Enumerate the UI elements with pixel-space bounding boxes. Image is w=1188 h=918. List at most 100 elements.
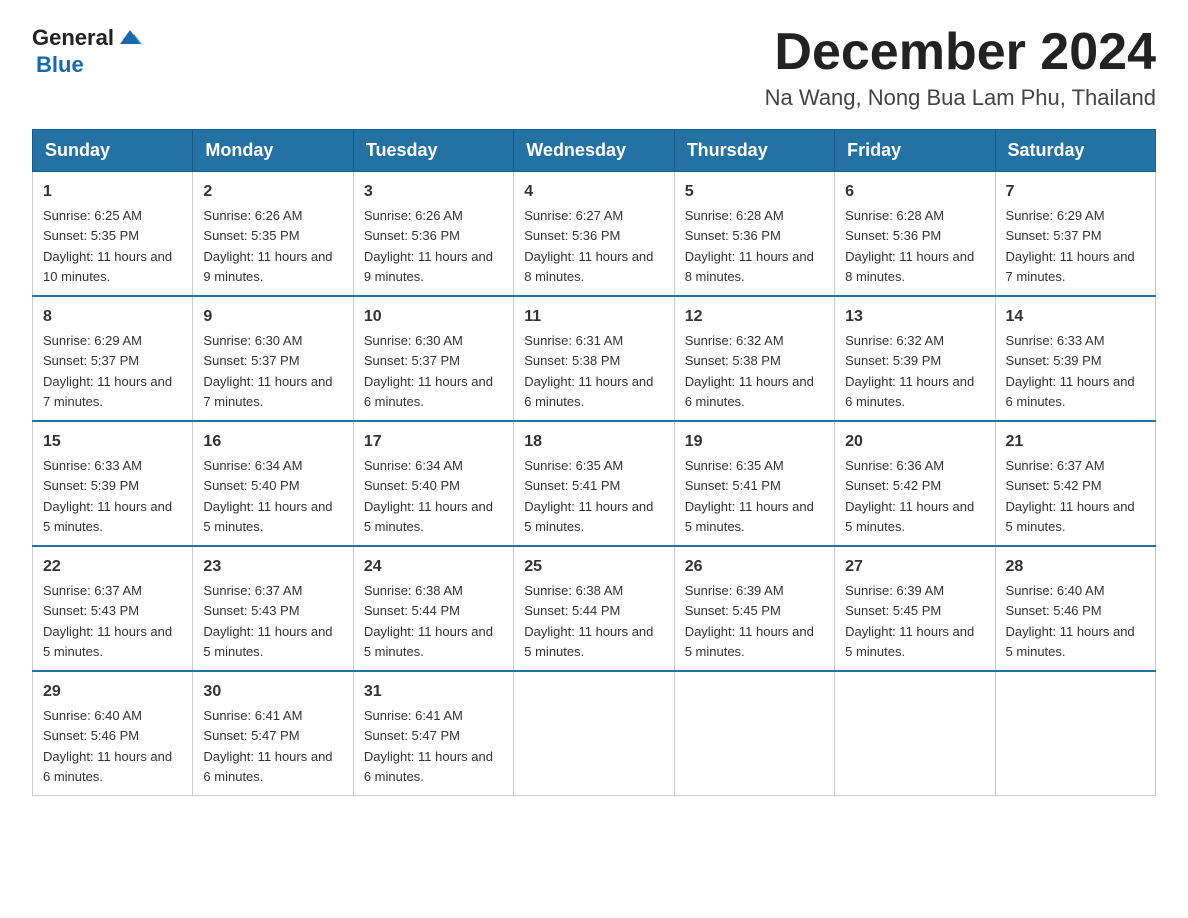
day-info: Sunrise: 6:26 AMSunset: 5:35 PMDaylight:… (203, 208, 332, 284)
calendar-cell: 14 Sunrise: 6:33 AMSunset: 5:39 PMDaylig… (995, 296, 1155, 421)
calendar-cell (514, 671, 674, 796)
day-info: Sunrise: 6:34 AMSunset: 5:40 PMDaylight:… (203, 458, 332, 534)
calendar-cell: 17 Sunrise: 6:34 AMSunset: 5:40 PMDaylig… (353, 421, 513, 546)
day-number: 16 (203, 430, 342, 454)
day-info: Sunrise: 6:33 AMSunset: 5:39 PMDaylight:… (43, 458, 172, 534)
calendar-cell: 16 Sunrise: 6:34 AMSunset: 5:40 PMDaylig… (193, 421, 353, 546)
calendar-week-row: 22 Sunrise: 6:37 AMSunset: 5:43 PMDaylig… (33, 546, 1156, 671)
calendar-cell: 26 Sunrise: 6:39 AMSunset: 5:45 PMDaylig… (674, 546, 834, 671)
col-monday: Monday (193, 130, 353, 172)
day-info: Sunrise: 6:36 AMSunset: 5:42 PMDaylight:… (845, 458, 974, 534)
calendar-week-row: 1 Sunrise: 6:25 AMSunset: 5:35 PMDayligh… (33, 172, 1156, 297)
day-number: 8 (43, 305, 182, 329)
day-number: 10 (364, 305, 503, 329)
day-info: Sunrise: 6:41 AMSunset: 5:47 PMDaylight:… (203, 708, 332, 784)
calendar-cell: 12 Sunrise: 6:32 AMSunset: 5:38 PMDaylig… (674, 296, 834, 421)
day-info: Sunrise: 6:37 AMSunset: 5:43 PMDaylight:… (203, 583, 332, 659)
calendar-cell: 22 Sunrise: 6:37 AMSunset: 5:43 PMDaylig… (33, 546, 193, 671)
day-info: Sunrise: 6:28 AMSunset: 5:36 PMDaylight:… (685, 208, 814, 284)
calendar-cell: 1 Sunrise: 6:25 AMSunset: 5:35 PMDayligh… (33, 172, 193, 297)
logo-general: General (32, 27, 114, 49)
day-number: 2 (203, 180, 342, 204)
day-info: Sunrise: 6:41 AMSunset: 5:47 PMDaylight:… (364, 708, 493, 784)
day-info: Sunrise: 6:30 AMSunset: 5:37 PMDaylight:… (364, 333, 493, 409)
header: General Blue December 2024 Na Wang, Nong… (32, 24, 1156, 111)
day-number: 23 (203, 555, 342, 579)
col-saturday: Saturday (995, 130, 1155, 172)
day-info: Sunrise: 6:28 AMSunset: 5:36 PMDaylight:… (845, 208, 974, 284)
day-info: Sunrise: 6:37 AMSunset: 5:42 PMDaylight:… (1006, 458, 1135, 534)
calendar-cell: 9 Sunrise: 6:30 AMSunset: 5:37 PMDayligh… (193, 296, 353, 421)
calendar-week-row: 15 Sunrise: 6:33 AMSunset: 5:39 PMDaylig… (33, 421, 1156, 546)
day-number: 28 (1006, 555, 1145, 579)
day-number: 24 (364, 555, 503, 579)
day-info: Sunrise: 6:31 AMSunset: 5:38 PMDaylight:… (524, 333, 653, 409)
calendar-cell: 13 Sunrise: 6:32 AMSunset: 5:39 PMDaylig… (835, 296, 995, 421)
location-subtitle: Na Wang, Nong Bua Lam Phu, Thailand (765, 85, 1156, 111)
day-number: 7 (1006, 180, 1145, 204)
day-number: 3 (364, 180, 503, 204)
day-number: 6 (845, 180, 984, 204)
day-number: 20 (845, 430, 984, 454)
calendar-cell: 21 Sunrise: 6:37 AMSunset: 5:42 PMDaylig… (995, 421, 1155, 546)
calendar-header-row: Sunday Monday Tuesday Wednesday Thursday… (33, 130, 1156, 172)
day-info: Sunrise: 6:30 AMSunset: 5:37 PMDaylight:… (203, 333, 332, 409)
calendar-cell: 27 Sunrise: 6:39 AMSunset: 5:45 PMDaylig… (835, 546, 995, 671)
day-number: 11 (524, 305, 663, 329)
day-info: Sunrise: 6:40 AMSunset: 5:46 PMDaylight:… (1006, 583, 1135, 659)
month-title: December 2024 (765, 24, 1156, 81)
day-number: 19 (685, 430, 824, 454)
day-info: Sunrise: 6:38 AMSunset: 5:44 PMDaylight:… (364, 583, 493, 659)
day-number: 12 (685, 305, 824, 329)
day-number: 26 (685, 555, 824, 579)
day-number: 18 (524, 430, 663, 454)
col-friday: Friday (835, 130, 995, 172)
day-info: Sunrise: 6:39 AMSunset: 5:45 PMDaylight:… (845, 583, 974, 659)
day-number: 27 (845, 555, 984, 579)
day-number: 15 (43, 430, 182, 454)
day-info: Sunrise: 6:25 AMSunset: 5:35 PMDaylight:… (43, 208, 172, 284)
calendar-cell: 19 Sunrise: 6:35 AMSunset: 5:41 PMDaylig… (674, 421, 834, 546)
calendar-week-row: 29 Sunrise: 6:40 AMSunset: 5:46 PMDaylig… (33, 671, 1156, 796)
calendar-cell: 20 Sunrise: 6:36 AMSunset: 5:42 PMDaylig… (835, 421, 995, 546)
day-info: Sunrise: 6:37 AMSunset: 5:43 PMDaylight:… (43, 583, 172, 659)
day-number: 25 (524, 555, 663, 579)
calendar-cell: 28 Sunrise: 6:40 AMSunset: 5:46 PMDaylig… (995, 546, 1155, 671)
calendar-cell: 23 Sunrise: 6:37 AMSunset: 5:43 PMDaylig… (193, 546, 353, 671)
calendar-cell: 8 Sunrise: 6:29 AMSunset: 5:37 PMDayligh… (33, 296, 193, 421)
calendar-cell: 30 Sunrise: 6:41 AMSunset: 5:47 PMDaylig… (193, 671, 353, 796)
day-number: 29 (43, 680, 182, 704)
day-number: 17 (364, 430, 503, 454)
calendar-cell: 3 Sunrise: 6:26 AMSunset: 5:36 PMDayligh… (353, 172, 513, 297)
day-info: Sunrise: 6:27 AMSunset: 5:36 PMDaylight:… (524, 208, 653, 284)
calendar-cell (995, 671, 1155, 796)
day-number: 21 (1006, 430, 1145, 454)
calendar-cell: 25 Sunrise: 6:38 AMSunset: 5:44 PMDaylig… (514, 546, 674, 671)
day-info: Sunrise: 6:26 AMSunset: 5:36 PMDaylight:… (364, 208, 493, 284)
day-number: 31 (364, 680, 503, 704)
col-sunday: Sunday (33, 130, 193, 172)
day-number: 22 (43, 555, 182, 579)
col-wednesday: Wednesday (514, 130, 674, 172)
day-number: 30 (203, 680, 342, 704)
calendar-cell: 2 Sunrise: 6:26 AMSunset: 5:35 PMDayligh… (193, 172, 353, 297)
day-info: Sunrise: 6:32 AMSunset: 5:39 PMDaylight:… (845, 333, 974, 409)
col-tuesday: Tuesday (353, 130, 513, 172)
calendar-cell: 29 Sunrise: 6:40 AMSunset: 5:46 PMDaylig… (33, 671, 193, 796)
calendar-cell: 15 Sunrise: 6:33 AMSunset: 5:39 PMDaylig… (33, 421, 193, 546)
calendar-cell: 4 Sunrise: 6:27 AMSunset: 5:36 PMDayligh… (514, 172, 674, 297)
day-info: Sunrise: 6:32 AMSunset: 5:38 PMDaylight:… (685, 333, 814, 409)
day-info: Sunrise: 6:40 AMSunset: 5:46 PMDaylight:… (43, 708, 172, 784)
calendar-week-row: 8 Sunrise: 6:29 AMSunset: 5:37 PMDayligh… (33, 296, 1156, 421)
day-number: 14 (1006, 305, 1145, 329)
day-info: Sunrise: 6:35 AMSunset: 5:41 PMDaylight:… (685, 458, 814, 534)
day-number: 4 (524, 180, 663, 204)
day-number: 5 (685, 180, 824, 204)
day-number: 1 (43, 180, 182, 204)
day-info: Sunrise: 6:29 AMSunset: 5:37 PMDaylight:… (43, 333, 172, 409)
col-thursday: Thursday (674, 130, 834, 172)
calendar-cell: 24 Sunrise: 6:38 AMSunset: 5:44 PMDaylig… (353, 546, 513, 671)
day-number: 9 (203, 305, 342, 329)
calendar-cell: 10 Sunrise: 6:30 AMSunset: 5:37 PMDaylig… (353, 296, 513, 421)
logo-area: General Blue (32, 24, 146, 78)
